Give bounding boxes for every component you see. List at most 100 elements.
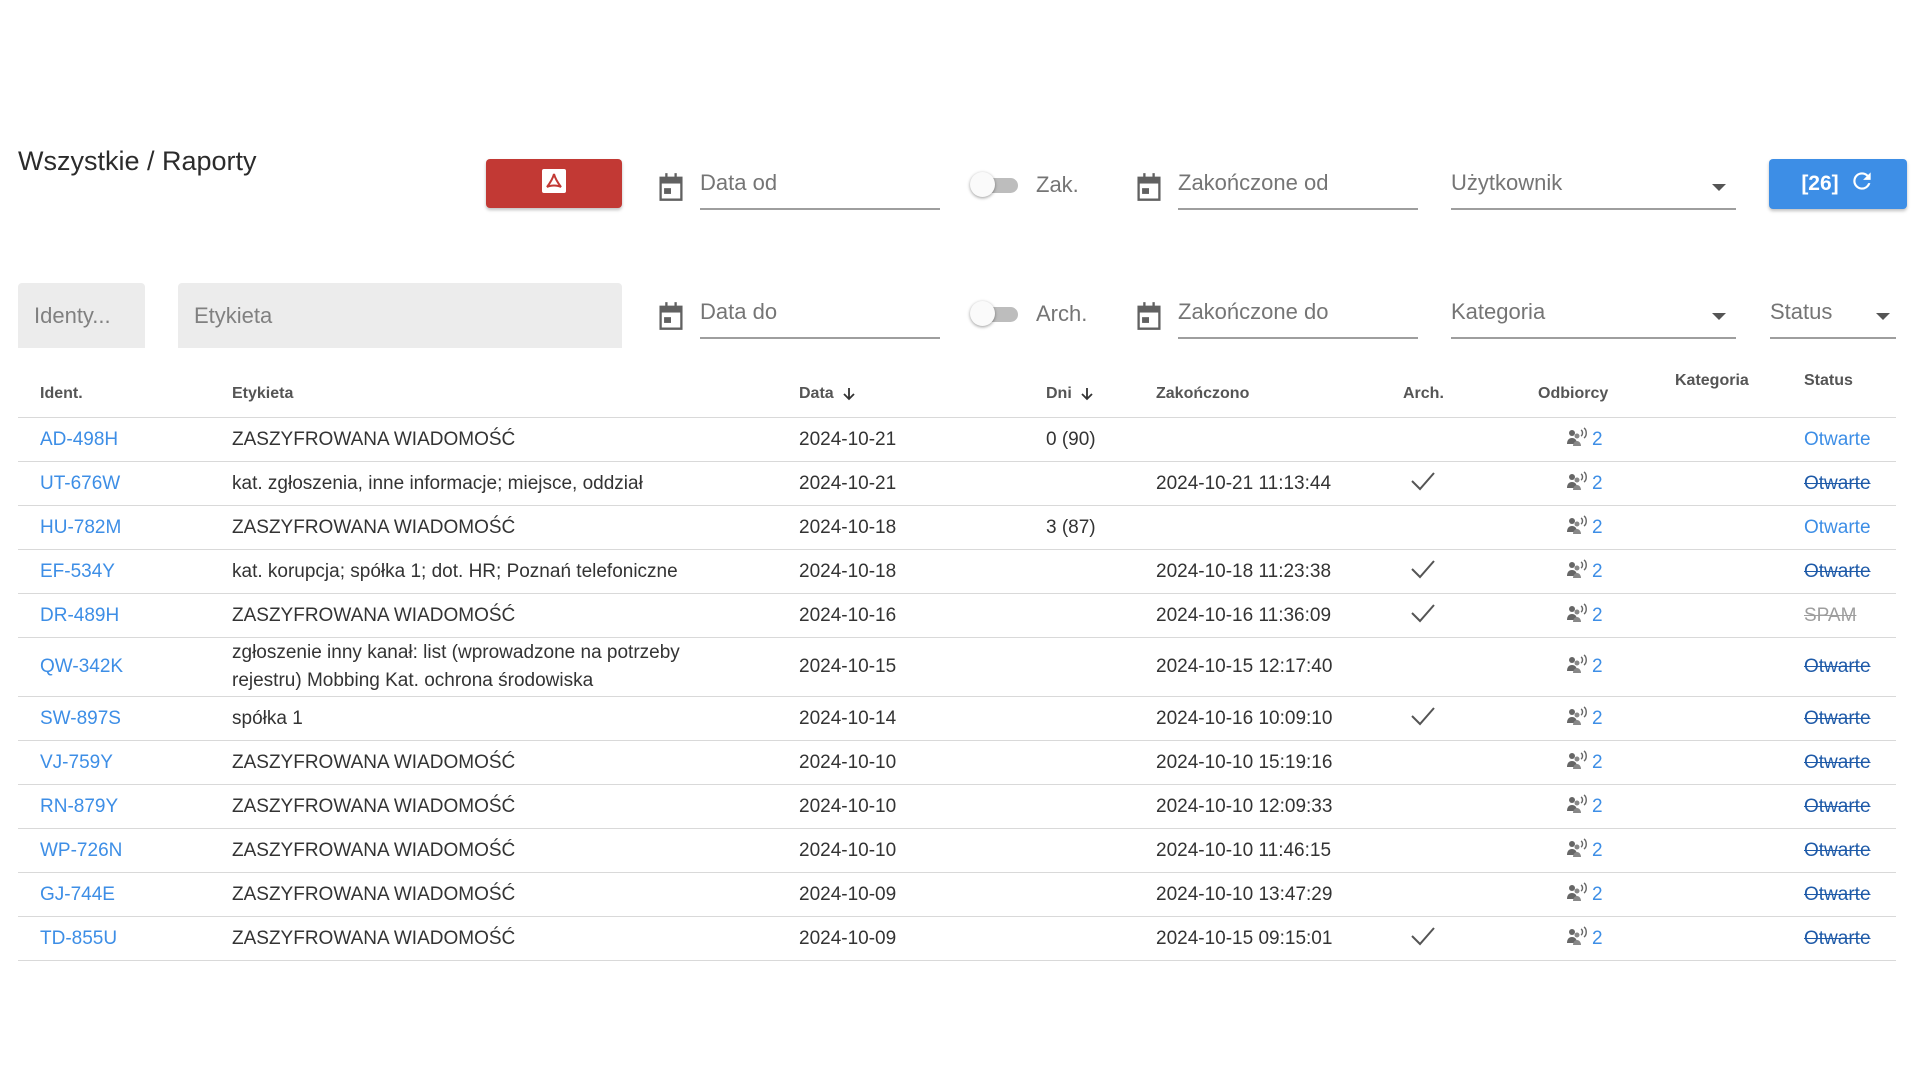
status-link[interactable]: Otwarte	[1804, 752, 1871, 774]
recipients-cell[interactable]: 2	[1566, 470, 1603, 497]
report-id-link[interactable]: EF-534Y	[40, 561, 115, 583]
recipients-cell[interactable]: 2	[1566, 654, 1603, 680]
column-header-days[interactable]: Dni	[1046, 385, 1095, 403]
report-id-link[interactable]: DR-489H	[40, 605, 119, 627]
recipients-cell[interactable]: 2	[1566, 602, 1603, 629]
recipients-cell[interactable]: 2	[1566, 925, 1603, 952]
closed-to-field[interactable]: Zakończone do	[1178, 299, 1418, 325]
user-select[interactable]: Użytkownik	[1451, 170, 1736, 210]
calendar-icon[interactable]	[657, 172, 685, 202]
label-input[interactable]: Etykieta	[178, 283, 622, 348]
recipients-cell[interactable]: 2	[1566, 749, 1603, 776]
date-to-underline	[700, 337, 940, 339]
report-id-link[interactable]: GJ-744E	[40, 884, 115, 906]
status-link[interactable]: Otwarte	[1804, 429, 1871, 451]
table-row[interactable]: TD-855U ZASZYFROWANA WIADOMOŚĆ 2024-10-09 2…	[18, 917, 1896, 961]
recipients-count[interactable]: 2	[1592, 656, 1603, 678]
report-label: ZASZYFROWANA WIADOMOŚĆ	[232, 883, 516, 905]
recipients-count[interactable]: 2	[1592, 840, 1603, 862]
table-row[interactable]: QW-342K zgłoszenie inny kanał: list (wpro…	[18, 638, 1896, 697]
status-link[interactable]: Otwarte	[1804, 708, 1871, 730]
report-id-link[interactable]: SW-897S	[40, 708, 121, 730]
pdf-export-button[interactable]	[486, 159, 622, 208]
table-row[interactable]: AD-498H ZASZYFROWANA WIADOMOŚĆ 2024-10-21 0…	[18, 418, 1896, 462]
user-select-label: Użytkownik	[1451, 170, 1563, 195]
recipients-cell[interactable]: 2	[1566, 881, 1603, 908]
table-row[interactable]: EF-534Y kat. korupcja; spółka 1; dot. HR;…	[18, 550, 1896, 594]
recipients-count[interactable]: 2	[1592, 561, 1603, 583]
column-header-arch[interactable]: Arch.	[1403, 385, 1444, 403]
report-id-link[interactable]: HU-782M	[40, 517, 121, 539]
date-to-field[interactable]: Data do	[700, 299, 940, 325]
column-header-category[interactable]: Kategoria	[1675, 372, 1749, 390]
recipients-count[interactable]: 2	[1592, 517, 1603, 539]
report-label: kat. zgłoszenia, inne informacje; miejsc…	[232, 472, 643, 494]
report-closed-at: 2024-10-16 11:36:09	[1156, 604, 1332, 626]
recipients-cell[interactable]: 2	[1566, 837, 1603, 864]
recipients-cell[interactable]: 2	[1566, 426, 1603, 453]
status-link[interactable]: Otwarte	[1804, 517, 1871, 539]
id-input[interactable]: Identy...	[18, 283, 145, 348]
table-row[interactable]: RN-879Y ZASZYFROWANA WIADOMOŚĆ 2024-10-10 2…	[18, 785, 1896, 829]
column-header-date[interactable]: Data	[799, 385, 857, 403]
recipients-cell[interactable]: 2	[1566, 558, 1603, 585]
category-select[interactable]: Kategoria	[1451, 299, 1736, 339]
status-select[interactable]: Status	[1770, 299, 1896, 339]
status-link[interactable]: Otwarte	[1804, 796, 1871, 818]
column-header-id[interactable]: Ident.	[40, 385, 83, 403]
status-link[interactable]: Otwarte	[1804, 473, 1871, 495]
recipients-cell[interactable]: 2	[1566, 705, 1603, 732]
status-link[interactable]: Otwarte	[1804, 840, 1871, 862]
refresh-button[interactable]: [26]	[1769, 159, 1907, 209]
report-id-link[interactable]: TD-855U	[40, 928, 117, 950]
table-row[interactable]: DR-489H ZASZYFROWANA WIADOMOŚĆ 2024-10-16 2…	[18, 594, 1896, 638]
report-date: 2024-10-15	[799, 656, 897, 677]
recipients-count[interactable]: 2	[1592, 884, 1603, 906]
toggle-archived[interactable]	[970, 299, 1022, 329]
refresh-icon	[1849, 168, 1875, 200]
status-link[interactable]: Otwarte	[1804, 928, 1871, 950]
report-date: 2024-10-10	[799, 751, 897, 773]
closed-from-field[interactable]: Zakończone od	[1178, 170, 1418, 196]
table-row[interactable]: UT-676W kat. zgłoszenia, inne informacje;…	[18, 462, 1896, 506]
calendar-icon[interactable]	[1135, 301, 1163, 331]
toggle-closed[interactable]	[970, 170, 1022, 200]
closed-to-underline	[1178, 337, 1418, 339]
status-link[interactable]: Otwarte	[1804, 884, 1871, 906]
report-date: 2024-10-09	[799, 927, 897, 949]
table-row[interactable]: VJ-759Y ZASZYFROWANA WIADOMOŚĆ 2024-10-10 2…	[18, 741, 1896, 785]
status-link[interactable]: Otwarte	[1804, 561, 1871, 583]
recipients-count[interactable]: 2	[1592, 473, 1603, 495]
column-header-closed[interactable]: Zakończono	[1156, 385, 1249, 403]
status-link[interactable]: SPAM	[1804, 605, 1856, 627]
recipients-count[interactable]: 2	[1592, 605, 1603, 627]
report-id-link[interactable]: WP-726N	[40, 840, 122, 862]
recipients-count[interactable]: 2	[1592, 429, 1603, 451]
recipients-count[interactable]: 2	[1592, 708, 1603, 730]
column-header-status[interactable]: Status	[1804, 372, 1853, 390]
date-from-field[interactable]: Data od	[700, 170, 940, 196]
column-header-recipients[interactable]: Odbiorcy	[1538, 385, 1608, 403]
report-id-link[interactable]: QW-342K	[40, 656, 123, 678]
report-label: zgłoszenie inny kanał: list (wprowadzone…	[232, 642, 680, 691]
recipients-count[interactable]: 2	[1592, 796, 1603, 818]
check-icon	[1410, 705, 1436, 733]
report-id-link[interactable]: VJ-759Y	[40, 752, 113, 774]
report-id-link[interactable]: AD-498H	[40, 429, 118, 451]
table-row[interactable]: HU-782M ZASZYFROWANA WIADOMOŚĆ 2024-10-18 3…	[18, 506, 1896, 550]
calendar-icon[interactable]	[1135, 172, 1163, 202]
recipients-cell[interactable]: 2	[1566, 793, 1603, 820]
report-closed-at: 2024-10-10 13:47:29	[1156, 883, 1333, 905]
report-days: 0 (90)	[1046, 428, 1096, 450]
column-header-label[interactable]: Etykieta	[232, 385, 293, 403]
recipients-count[interactable]: 2	[1592, 752, 1603, 774]
table-row[interactable]: GJ-744E ZASZYFROWANA WIADOMOŚĆ 2024-10-09 2…	[18, 873, 1896, 917]
status-link[interactable]: Otwarte	[1804, 656, 1871, 678]
calendar-icon[interactable]	[657, 301, 685, 331]
table-row[interactable]: WP-726N ZASZYFROWANA WIADOMOŚĆ 2024-10-10 2…	[18, 829, 1896, 873]
recipients-cell[interactable]: 2	[1566, 514, 1603, 541]
report-id-link[interactable]: RN-879Y	[40, 796, 118, 818]
report-id-link[interactable]: UT-676W	[40, 473, 120, 495]
table-row[interactable]: SW-897S spółka 1 2024-10-14 2024-10-16 10:0…	[18, 697, 1896, 741]
recipients-count[interactable]: 2	[1592, 928, 1603, 950]
